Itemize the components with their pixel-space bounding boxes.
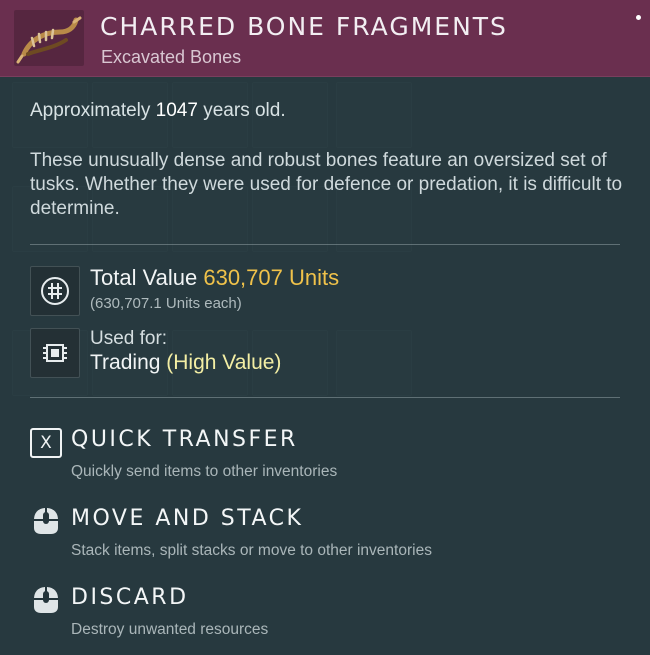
indicator-dot	[636, 15, 641, 20]
item-detail-panel: CHARRED BONE FRAGMENTS Excavated Bones A…	[0, 0, 650, 655]
total-value-amount: 630,707 Units	[203, 265, 340, 290]
units-icon	[30, 266, 80, 316]
divider	[30, 244, 620, 245]
jawbone-icon	[14, 10, 84, 66]
item-category: Excavated Bones	[101, 47, 242, 67]
age-suffix: years old.	[197, 100, 286, 121]
item-title: CHARRED BONE FRAGMENTS	[100, 12, 508, 41]
used-for-label: Used for:	[90, 328, 168, 349]
unit-value-each: (630,707.1 Units each)	[90, 295, 242, 312]
chip-icon	[30, 328, 80, 378]
divider	[30, 397, 620, 398]
item-description: These unusually dense and robust bones f…	[30, 150, 623, 219]
x-key-icon: X	[30, 428, 62, 458]
quick-transfer-label: QUICK TRANSFER	[71, 427, 298, 452]
mouse-left-icon	[30, 506, 62, 536]
age-years: 1047	[155, 100, 198, 121]
age-prefix: Approximately	[30, 100, 156, 121]
discard-desc: Destroy unwanted resources	[71, 621, 269, 638]
move-and-stack-label: MOVE AND STACK	[71, 506, 304, 531]
quick-transfer-desc: Quickly send items to other inventories	[71, 463, 338, 480]
used-for-value: Trading (High Value)	[90, 351, 281, 375]
mouse-hold-icon	[30, 585, 62, 615]
used-for-trading: Trading	[90, 351, 167, 374]
move-and-stack-desc: Stack items, split stacks or move to oth…	[71, 542, 432, 559]
total-value-label: Total Value	[90, 265, 204, 290]
discard-label: DISCARD	[71, 585, 189, 610]
used-for-highlight: (High Value)	[166, 351, 282, 374]
total-value: Total Value 630,707 Units	[90, 265, 339, 291]
item-header: CHARRED BONE FRAGMENTS Excavated Bones	[0, 0, 650, 77]
item-age: Approximately 1047 years old.	[30, 100, 286, 122]
